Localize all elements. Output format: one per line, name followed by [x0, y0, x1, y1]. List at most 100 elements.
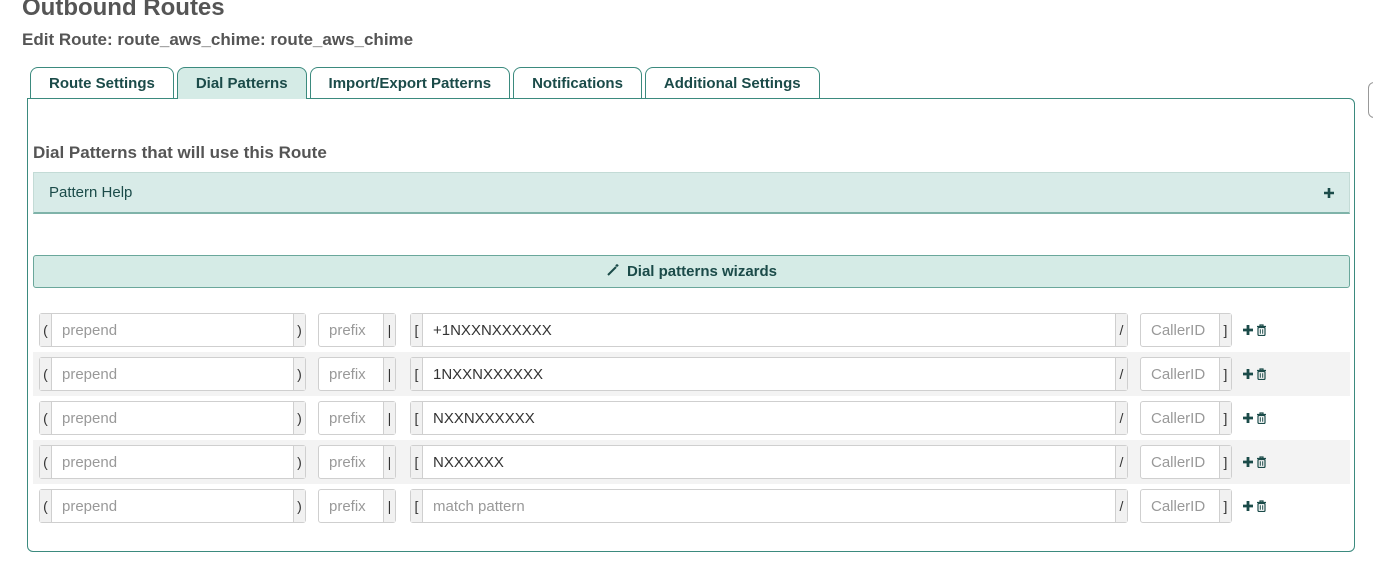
tab-notifications[interactable]: Notifications — [513, 67, 642, 98]
match-pattern-input[interactable]: match pattern — [423, 490, 1115, 522]
callerid-input[interactable]: CallerID — [1141, 358, 1219, 390]
page-subtitle: Edit Route: route_aws_chime: route_aws_c… — [22, 30, 414, 49]
prefix-close-symbol: | — [383, 446, 395, 478]
match-pattern-input[interactable]: +1NXXNXXXXXX — [423, 314, 1115, 346]
tab-dial-patterns[interactable]: Dial Patterns — [176, 67, 307, 99]
match-pattern-group: [1NXXNXXXXXX / — [410, 357, 1128, 391]
prepend-open-symbol: ( — [40, 314, 52, 346]
prepend-input[interactable]: prepend — [52, 358, 293, 390]
match-pattern-group: [+1NXXNXXXXXX / — [410, 313, 1128, 347]
pattern-help-toggle[interactable]: Pattern Help — [33, 172, 1350, 214]
section-title: Dial Patterns that will use this Route — [33, 143, 327, 162]
callerid-close-symbol: ] — [1219, 446, 1231, 478]
match-pattern-open-symbol: [ — [411, 490, 423, 522]
prefix-input[interactable]: prefix — [319, 402, 383, 434]
prepend-group: (prepend) — [39, 313, 306, 347]
page-title: Outbound Routes — [22, 0, 225, 21]
match-pattern-input[interactable]: 1NXXNXXXXXX — [423, 358, 1115, 390]
add-row-icon[interactable] — [1242, 500, 1254, 512]
callerid-group: CallerID] — [1140, 357, 1232, 391]
prepend-group: (prepend) — [39, 489, 306, 523]
row-actions — [1242, 453, 1267, 471]
prefix-input[interactable]: prefix — [319, 490, 383, 522]
prepend-close-symbol: ) — [293, 402, 305, 434]
trash-icon[interactable] — [1256, 324, 1267, 336]
prefix-close-symbol: | — [383, 314, 395, 346]
match-pattern-close-symbol: / — [1115, 402, 1127, 434]
tab-additional-settings[interactable]: Additional Settings — [644, 67, 820, 98]
prepend-group: (prepend) — [39, 401, 306, 435]
prefix-group: prefix | — [318, 313, 396, 347]
match-pattern-group: [NXXNXXXXXX / — [410, 401, 1128, 435]
callerid-close-symbol: ] — [1219, 314, 1231, 346]
wizard-label: Dial patterns wizards — [626, 263, 778, 280]
dial-pattern-list: (prepend) prefix |[+1NXXNXXXXXX / CallerID](… — [33, 308, 1350, 528]
prepend-input[interactable]: prepend — [52, 490, 293, 522]
match-pattern-close-symbol: / — [1115, 446, 1127, 478]
prepend-open-symbol: ( — [40, 446, 52, 478]
add-row-icon[interactable] — [1242, 368, 1254, 380]
prepend-open-symbol: ( — [40, 358, 52, 390]
dial-patterns-wizard-button[interactable]: Dial patterns wizards — [33, 255, 1350, 288]
tab-import-export-patterns[interactable]: Import/Export Patterns — [309, 67, 511, 98]
prefix-group: prefix | — [318, 401, 396, 435]
prefix-input[interactable]: prefix — [319, 314, 383, 346]
callerid-close-symbol: ] — [1219, 358, 1231, 390]
match-pattern-group: [NXXXXXX / — [410, 445, 1128, 479]
prepend-input[interactable]: prepend — [52, 402, 293, 434]
prepend-input[interactable]: prepend — [52, 446, 293, 478]
match-pattern-group: [match pattern / — [410, 489, 1128, 523]
prefix-group: prefix | — [318, 445, 396, 479]
callerid-input[interactable]: CallerID — [1141, 314, 1219, 346]
pattern-help-label: Pattern Help — [49, 184, 133, 201]
prepend-close-symbol: ) — [293, 490, 305, 522]
trash-icon[interactable] — [1256, 412, 1267, 424]
prepend-close-symbol: ) — [293, 314, 305, 346]
prefix-close-symbol: | — [383, 358, 395, 390]
callerid-group: CallerID] — [1140, 313, 1232, 347]
match-pattern-open-symbol: [ — [411, 358, 423, 390]
row-actions — [1242, 365, 1267, 383]
trash-icon[interactable] — [1256, 500, 1267, 512]
row-actions — [1242, 321, 1267, 339]
dial-pattern-row: (prepend) prefix |[NXXXXXX / CallerID] — [33, 440, 1350, 484]
prepend-input[interactable]: prepend — [52, 314, 293, 346]
prefix-close-symbol: | — [383, 490, 395, 522]
match-pattern-open-symbol: [ — [411, 314, 423, 346]
trash-icon[interactable] — [1256, 456, 1267, 468]
dial-pattern-row: (prepend) prefix |[NXXNXXXXXX / CallerID] — [33, 396, 1350, 440]
prepend-group: (prepend) — [39, 445, 306, 479]
add-row-icon[interactable] — [1242, 324, 1254, 336]
match-pattern-close-symbol: / — [1115, 490, 1127, 522]
prefix-close-symbol: | — [383, 402, 395, 434]
prepend-open-symbol: ( — [40, 490, 52, 522]
match-pattern-close-symbol: / — [1115, 358, 1127, 390]
match-pattern-open-symbol: [ — [411, 446, 423, 478]
prefix-input[interactable]: prefix — [319, 446, 383, 478]
tab-bar: Route Settings Dial Patterns Import/Expo… — [30, 67, 820, 99]
dial-pattern-row: (prepend) prefix |[+1NXXNXXXXXX / CallerID] — [33, 308, 1350, 352]
callerid-input[interactable]: CallerID — [1141, 446, 1219, 478]
add-row-icon[interactable] — [1242, 456, 1254, 468]
prefix-group: prefix | — [318, 357, 396, 391]
prefix-group: prefix | — [318, 489, 396, 523]
add-row-icon[interactable] — [1242, 412, 1254, 424]
dial-pattern-row: (prepend) prefix |[match pattern / CallerID] — [33, 484, 1350, 528]
callerid-group: CallerID] — [1140, 489, 1232, 523]
prepend-close-symbol: ) — [293, 358, 305, 390]
match-pattern-input[interactable]: NXXNXXXXXX — [423, 402, 1115, 434]
callerid-close-symbol: ] — [1219, 490, 1231, 522]
dial-pattern-row: (prepend) prefix |[1NXXNXXXXXX / CallerID] — [33, 352, 1350, 396]
trash-icon[interactable] — [1256, 368, 1267, 380]
prefix-input[interactable]: prefix — [319, 358, 383, 390]
side-panel-handle[interactable] — [1368, 82, 1373, 118]
match-pattern-close-symbol: / — [1115, 314, 1127, 346]
match-pattern-input[interactable]: NXXXXXX — [423, 446, 1115, 478]
callerid-input[interactable]: CallerID — [1141, 490, 1219, 522]
magic-wand-icon — [606, 263, 620, 281]
callerid-input[interactable]: CallerID — [1141, 402, 1219, 434]
match-pattern-open-symbol: [ — [411, 402, 423, 434]
row-actions — [1242, 497, 1267, 515]
callerid-group: CallerID] — [1140, 401, 1232, 435]
tab-route-settings[interactable]: Route Settings — [30, 67, 174, 98]
